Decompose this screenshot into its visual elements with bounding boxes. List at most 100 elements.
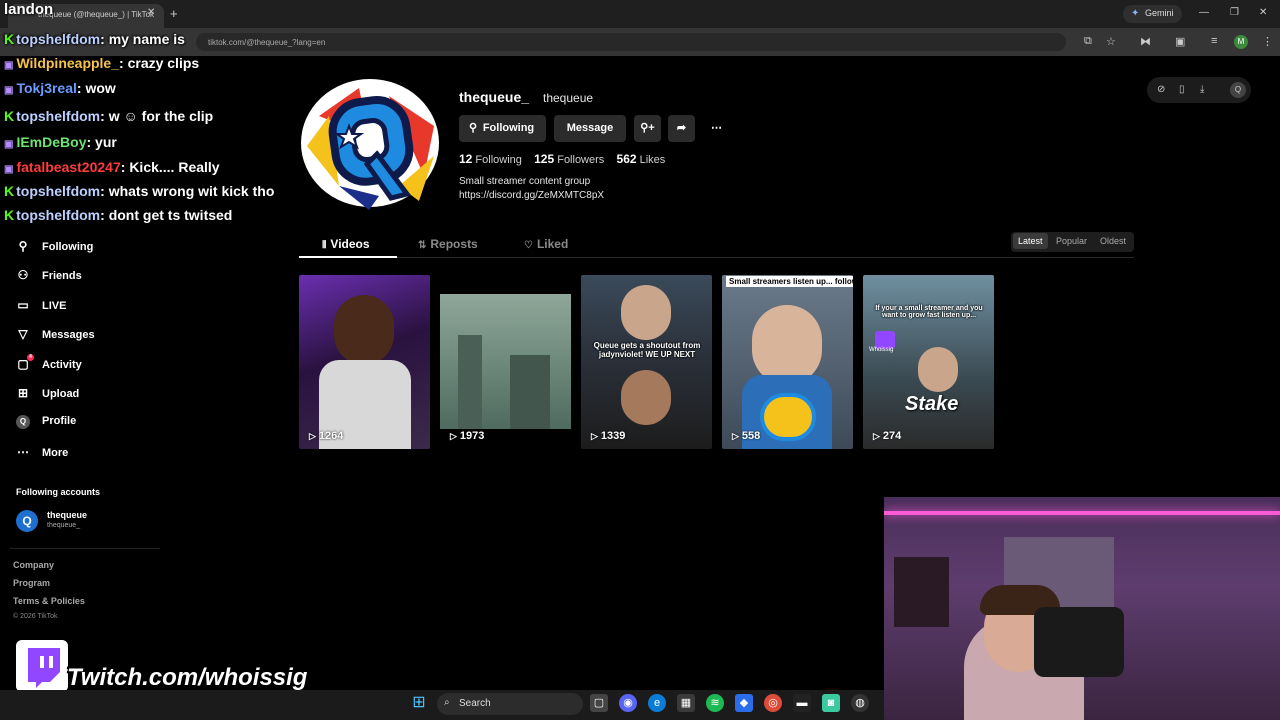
sidebar-item-more[interactable]: ⋯ More (16, 445, 68, 467)
add-friend-button[interactable]: ⚲+ (634, 115, 661, 142)
twitch-badge-icon: ▣ (4, 164, 14, 175)
footer-link-terms[interactable]: Terms & Policies (13, 596, 85, 606)
minimize-icon[interactable]: — (1199, 7, 1209, 18)
bookmark-star-icon[interactable]: ☆ (1106, 35, 1116, 48)
sidebar-item-following[interactable]: ⚲ Following (16, 239, 94, 261)
tab-videos[interactable]: ⦀ Videos (322, 237, 370, 251)
split-view-icon[interactable]: ▣ (1175, 35, 1185, 48)
sidebar-item-label: Profile (42, 415, 77, 427)
chat-username: topshelfdom (16, 207, 101, 223)
profile-stats: 12 Following 125 Followers 562 Likes (459, 152, 665, 166)
sidebar-item-friends[interactable]: ⚇ Friends (16, 268, 82, 290)
message-button[interactable]: Message (554, 115, 626, 142)
account-avatar-icon[interactable]: Q (1230, 82, 1246, 98)
twitch-badge-icon: ▣ (4, 60, 14, 71)
windows-start-icon[interactable]: ⊞ (410, 694, 428, 712)
tab-close-icon[interactable]: ✕ (147, 7, 155, 18)
twitch-badge-icon: ▣ (4, 139, 14, 150)
bio-link[interactable]: https://discord.gg/ZeMXMTC8pX (459, 189, 604, 203)
gemini-button[interactable]: ✦ Gemini (1123, 5, 1182, 23)
sidebar-divider (10, 548, 160, 549)
webcam-overlay (884, 497, 1280, 720)
window-close-icon[interactable]: ✕ (1259, 7, 1267, 18)
edge-icon[interactable]: e (648, 694, 666, 712)
chat-message: ▣ IEmDeBoy: yur (4, 134, 117, 150)
tab-label: Videos (330, 237, 370, 251)
video-thumbnail[interactable]: ▷ 1973 (440, 275, 571, 449)
maximize-icon[interactable]: ❐ (1230, 7, 1239, 18)
app-icon[interactable]: ◆ (735, 694, 753, 712)
gemini-label: Gemini (1145, 8, 1174, 18)
new-tab-icon[interactable]: + (170, 6, 178, 21)
share-button[interactable]: ➦ (668, 115, 695, 142)
url-field[interactable]: tiktok.com/@thequeue_?lang=en (196, 33, 1066, 51)
cast-icon[interactable]: ⧉ (1084, 35, 1092, 48)
twitch-badge-icon: ▣ (4, 85, 14, 96)
sidebar-item-label: Following (42, 241, 94, 253)
extensions-icon[interactable]: ⧓ (1140, 35, 1151, 48)
play-icon: ▷ (591, 431, 598, 441)
sort-latest[interactable]: Latest (1013, 233, 1048, 249)
user-check-icon: ⚲ (469, 122, 478, 134)
video-thumbnail[interactable]: If your a small streamer and you want to… (863, 275, 994, 449)
obs-icon[interactable]: ◍ (851, 694, 869, 712)
footer-link-program[interactable]: Program (13, 578, 50, 588)
sidebar-item-upload[interactable]: ⊞ Upload (16, 386, 79, 408)
spotify-icon[interactable]: ≋ (706, 694, 724, 712)
chat-text: wow (85, 80, 116, 96)
more-options-button[interactable]: ⋯ (703, 115, 730, 142)
browser-profile-avatar[interactable]: M (1234, 35, 1248, 49)
likes-count: 562 (616, 152, 637, 166)
sort-oldest[interactable]: Oldest (1100, 236, 1126, 246)
following-button-label: Following (482, 122, 535, 134)
sidebar-item-label: Friends (42, 270, 82, 282)
live-icon: ▭ (17, 298, 29, 312)
upload-icon: ⊞ (17, 386, 29, 400)
terminal-icon[interactable]: ▬ (793, 694, 811, 712)
view-count: ▷ 1264 (309, 430, 344, 442)
tab-reposts[interactable]: ⇅ Reposts (418, 237, 478, 251)
chat-text: w (108, 108, 120, 124)
sidebar-item-label: More (42, 447, 69, 459)
following-button[interactable]: ⚲ Following (459, 115, 546, 142)
view-count: ▷ 274 (873, 430, 902, 442)
app2-icon[interactable]: ◙ (822, 694, 840, 712)
tab-liked[interactable]: ♡ Liked (524, 237, 568, 251)
tab-title: thequeue (@thequeue_) | TikTok (38, 10, 155, 19)
sidebar-item-profile[interactable]: Q Profile (16, 415, 76, 437)
sidebar-item-messages[interactable]: ▽ Messages (16, 327, 94, 349)
download-icon[interactable]: ⤓ (1200, 84, 1204, 95)
task-view-icon[interactable]: ▢ (590, 694, 608, 712)
profile-username: thequeue_ (459, 89, 530, 105)
twitch-url: Twitch.com/whoissig (67, 664, 308, 691)
sidebar-item-live[interactable]: ▭ LIVE (16, 298, 66, 320)
chat-separator: : (100, 207, 109, 223)
chat-username: topshelfdom (16, 31, 101, 47)
sidebar-item-activity[interactable]: ▢ 4 Activity (16, 354, 82, 379)
taskbar-search[interactable]: ⌕ Search (437, 693, 583, 715)
store-icon[interactable]: ▦ (677, 694, 695, 712)
chat-username: topshelfdom (16, 183, 101, 199)
video-thumbnail[interactable]: Queue gets a shoutout from jadynviolet! … (581, 275, 712, 449)
more-options-icon: ⋯ (711, 122, 722, 134)
video-thumbnail[interactable]: ▷ 1264 (299, 275, 430, 449)
discord-icon[interactable]: ◉ (619, 694, 637, 712)
sort-popular[interactable]: Popular (1056, 236, 1087, 246)
chrome-icon[interactable]: ◎ (764, 694, 782, 712)
more-icon: ⋯ (17, 445, 29, 459)
sidebar-item-label: LIVE (42, 300, 67, 312)
chat-message: ▣ Tokj3real: wow (4, 80, 116, 96)
footer-link-company[interactable]: Company (13, 560, 54, 570)
settings-icon[interactable]: ⊘ (1157, 84, 1165, 95)
device-icon[interactable]: ▯ (1179, 84, 1185, 95)
video-thumbnail[interactable]: Small streamers listen up... follow go ▷… (722, 275, 853, 449)
gemini-icon: ✦ (1131, 8, 1140, 19)
bio-text: Small streamer content group (459, 176, 591, 187)
messages-icon: ▽ (18, 327, 28, 341)
add-friend-icon: ⚲+ (640, 122, 655, 134)
browser-menu-icon[interactable]: ⋮ (1262, 35, 1273, 48)
building-shape (458, 335, 482, 429)
chat-username: topshelfdom (16, 108, 101, 124)
reading-list-icon[interactable]: ≡ (1211, 35, 1217, 47)
message-button-label: Message (566, 122, 614, 134)
